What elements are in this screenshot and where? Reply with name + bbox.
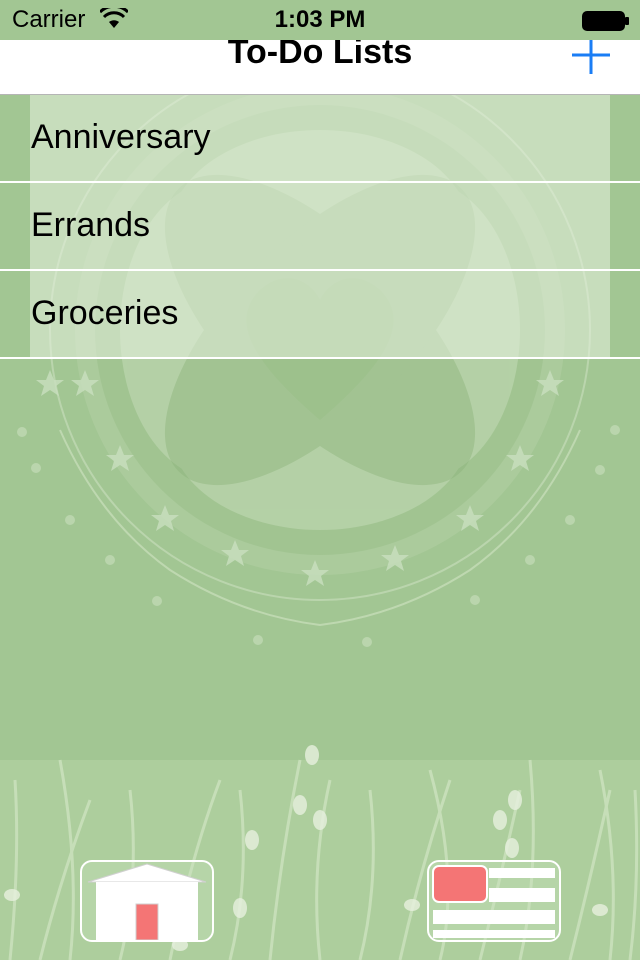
house-icon <box>87 863 207 940</box>
clock-time: 1:03 PM <box>274 6 366 33</box>
list-view-button[interactable] <box>427 860 561 942</box>
list-item-label: Groceries <box>31 294 179 332</box>
add-list-button[interactable] <box>570 34 612 76</box>
list-item-anniversary[interactable]: Anniversary <box>0 95 640 183</box>
status-bar: Carrier 1:03 PM <box>0 0 640 40</box>
list-item-errands[interactable]: Errands <box>0 183 640 271</box>
plus-icon <box>572 36 610 74</box>
home-button[interactable] <box>80 860 214 942</box>
list-item-label: Anniversary <box>31 118 211 156</box>
screen: Carrier 1:03 PM To-Do Lists Anniversary <box>0 0 640 960</box>
list-item-label: Errands <box>31 206 151 244</box>
list-view-icon <box>432 865 555 938</box>
navigation-bar: To-Do Lists <box>0 33 640 95</box>
battery-icon <box>582 11 629 31</box>
list-item-groceries[interactable]: Groceries <box>0 271 640 359</box>
todo-lists-table: Anniversary Errands Groceries <box>0 95 640 359</box>
